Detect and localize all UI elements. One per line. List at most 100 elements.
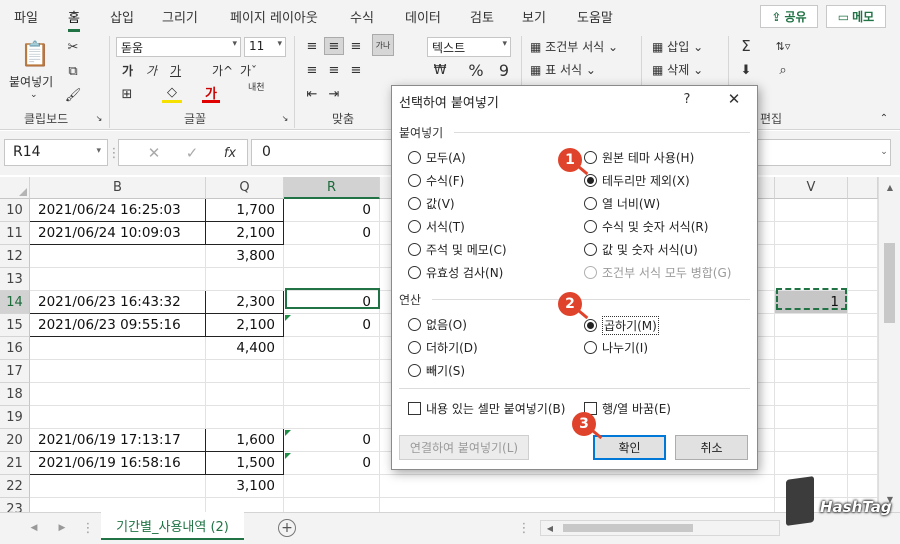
cell-q[interactable] xyxy=(206,498,284,512)
radio-paste-formulas[interactable]: 수식(F) xyxy=(408,172,464,189)
insert-cells-button[interactable]: ▦ 삽입 ⌄ xyxy=(652,38,703,55)
clipboard-launcher-icon[interactable]: ↘ xyxy=(94,113,104,123)
cell-r[interactable] xyxy=(284,383,380,406)
prev-sheet-icon[interactable]: ◀ xyxy=(28,521,40,535)
radio-op-add[interactable]: 더하기(D) xyxy=(408,339,478,356)
find-icon[interactable]: ⌕ xyxy=(772,61,794,79)
row-header[interactable]: 10 xyxy=(0,199,30,222)
cell-v[interactable] xyxy=(775,245,848,268)
cell-q[interactable]: 2,100 xyxy=(206,222,284,245)
cell-v[interactable] xyxy=(775,337,848,360)
cell-b[interactable] xyxy=(30,337,206,360)
cell-b[interactable]: 2021/06/24 16:25:03 xyxy=(30,199,206,222)
cell-q[interactable]: 2,100 xyxy=(206,314,284,337)
cell-q[interactable]: 3,800 xyxy=(206,245,284,268)
tab-home[interactable]: 홈 xyxy=(68,7,80,32)
ok-button[interactable]: 확인 xyxy=(593,435,666,460)
cut-icon[interactable]: ✂ xyxy=(64,38,82,56)
cell-w[interactable] xyxy=(848,360,878,383)
tab-splitter-icon[interactable]: ⋮ xyxy=(518,521,531,536)
tab-help[interactable]: 도움말 xyxy=(577,7,613,26)
row-header[interactable]: 15 xyxy=(0,314,30,337)
font-launcher-icon[interactable]: ↘ xyxy=(280,113,290,123)
tab-draw[interactable]: 그리기 xyxy=(162,7,198,26)
name-box[interactable]: R14 ▾ xyxy=(4,139,108,166)
autosum-icon[interactable]: Σ xyxy=(736,37,756,55)
conditional-format-button[interactable]: ▦ 조건부 서식 ⌄ xyxy=(530,38,618,55)
cell-w[interactable] xyxy=(848,383,878,406)
align-top-icon[interactable]: ≡ xyxy=(302,37,322,55)
paste-dropdown-icon[interactable]: ⌄ xyxy=(30,90,38,100)
column-header-v[interactable]: V xyxy=(775,177,848,199)
cell-w[interactable] xyxy=(848,475,878,498)
vertical-scrollbar[interactable]: ▲ ▼ xyxy=(878,177,900,512)
cell-q[interactable]: 3,100 xyxy=(206,475,284,498)
cell-w[interactable] xyxy=(848,314,878,337)
row-header[interactable]: 12 xyxy=(0,245,30,268)
cell-q[interactable] xyxy=(206,360,284,383)
row-header[interactable]: 11 xyxy=(0,222,30,245)
enter-icon[interactable]: ✓ xyxy=(183,144,201,162)
column-header-q[interactable]: Q xyxy=(206,177,284,199)
scroll-up-icon[interactable]: ▲ xyxy=(884,181,896,193)
cell-b[interactable] xyxy=(30,268,206,291)
tab-page-layout[interactable]: 페이지 레이아웃 xyxy=(230,7,318,26)
cancel-button[interactable]: 취소 xyxy=(675,435,748,460)
cell-b[interactable] xyxy=(30,498,206,512)
cell-r[interactable]: 0 xyxy=(284,222,380,245)
close-icon[interactable]: ✕ xyxy=(724,90,744,108)
cell-v[interactable] xyxy=(775,360,848,383)
memo-button[interactable]: ▭ 메모 xyxy=(826,5,886,28)
tab-review[interactable]: 검토 xyxy=(470,7,494,26)
insert-function-icon[interactable]: fx xyxy=(221,144,239,162)
cell-r[interactable] xyxy=(284,337,380,360)
cell-b[interactable] xyxy=(30,245,206,268)
column-header-w[interactable] xyxy=(848,177,878,199)
cell-w[interactable] xyxy=(848,268,878,291)
align-right-icon[interactable]: ≡ xyxy=(346,61,366,79)
cell-hidden[interactable] xyxy=(380,498,775,512)
cell-r[interactable] xyxy=(284,360,380,383)
row-header[interactable]: 18 xyxy=(0,383,30,406)
italic-button[interactable]: 가 xyxy=(146,62,157,79)
row-header[interactable]: 21 xyxy=(0,452,30,475)
cell-r[interactable]: 0 xyxy=(284,452,380,475)
cell-q[interactable]: 4,400 xyxy=(206,337,284,360)
cell-w[interactable] xyxy=(848,406,878,429)
tab-insert[interactable]: 삽입 xyxy=(110,7,134,26)
font-color-icon[interactable]: 가 xyxy=(202,85,220,103)
underline-button[interactable]: 가 xyxy=(170,62,181,79)
cell-v[interactable] xyxy=(775,406,848,429)
cell-w[interactable] xyxy=(848,222,878,245)
row-header[interactable]: 17 xyxy=(0,360,30,383)
cell-b[interactable]: 2021/06/19 17:13:17 xyxy=(30,429,206,452)
radio-paste-comments[interactable]: 주석 및 메모(C) xyxy=(408,241,507,258)
align-bottom-icon[interactable]: ≡ xyxy=(346,37,366,55)
decrease-indent-icon[interactable]: ⇤ xyxy=(302,85,322,103)
skip-blanks-checkbox[interactable]: 내용 있는 셀만 붙여넣기(B) xyxy=(408,400,565,417)
font-name-combo[interactable]: 돋움 ▾ xyxy=(116,37,241,57)
cell-b[interactable]: 2021/06/19 16:58:16 xyxy=(30,452,206,475)
font-size-combo[interactable]: 11 ▾ xyxy=(244,37,286,57)
cell-b[interactable]: 2021/06/23 09:55:16 xyxy=(30,314,206,337)
cell-b[interactable]: 2021/06/24 10:09:03 xyxy=(30,222,206,245)
cell-r[interactable]: 0 xyxy=(284,199,380,222)
row-header[interactable]: 16 xyxy=(0,337,30,360)
cell-w[interactable] xyxy=(848,452,878,475)
percent-icon[interactable]: % xyxy=(466,61,486,80)
sort-filter-icon[interactable]: ⇅▿ xyxy=(770,37,796,55)
column-header-b[interactable]: B xyxy=(30,177,206,199)
cell-v[interactable] xyxy=(775,199,848,222)
format-painter-icon[interactable]: 🖌 xyxy=(64,86,82,104)
fill-icon[interactable]: ⬇ xyxy=(736,61,756,79)
cell-q[interactable] xyxy=(206,383,284,406)
cell-q[interactable]: 1,600 xyxy=(206,429,284,452)
cell-w[interactable] xyxy=(848,429,878,452)
cell-b[interactable] xyxy=(30,406,206,429)
cell-w[interactable] xyxy=(848,199,878,222)
row-header[interactable]: 19 xyxy=(0,406,30,429)
cell-r[interactable] xyxy=(284,406,380,429)
radio-op-subtract[interactable]: 빼기(S) xyxy=(408,362,465,379)
column-header-r[interactable]: R xyxy=(284,177,380,199)
cell-b[interactable] xyxy=(30,383,206,406)
